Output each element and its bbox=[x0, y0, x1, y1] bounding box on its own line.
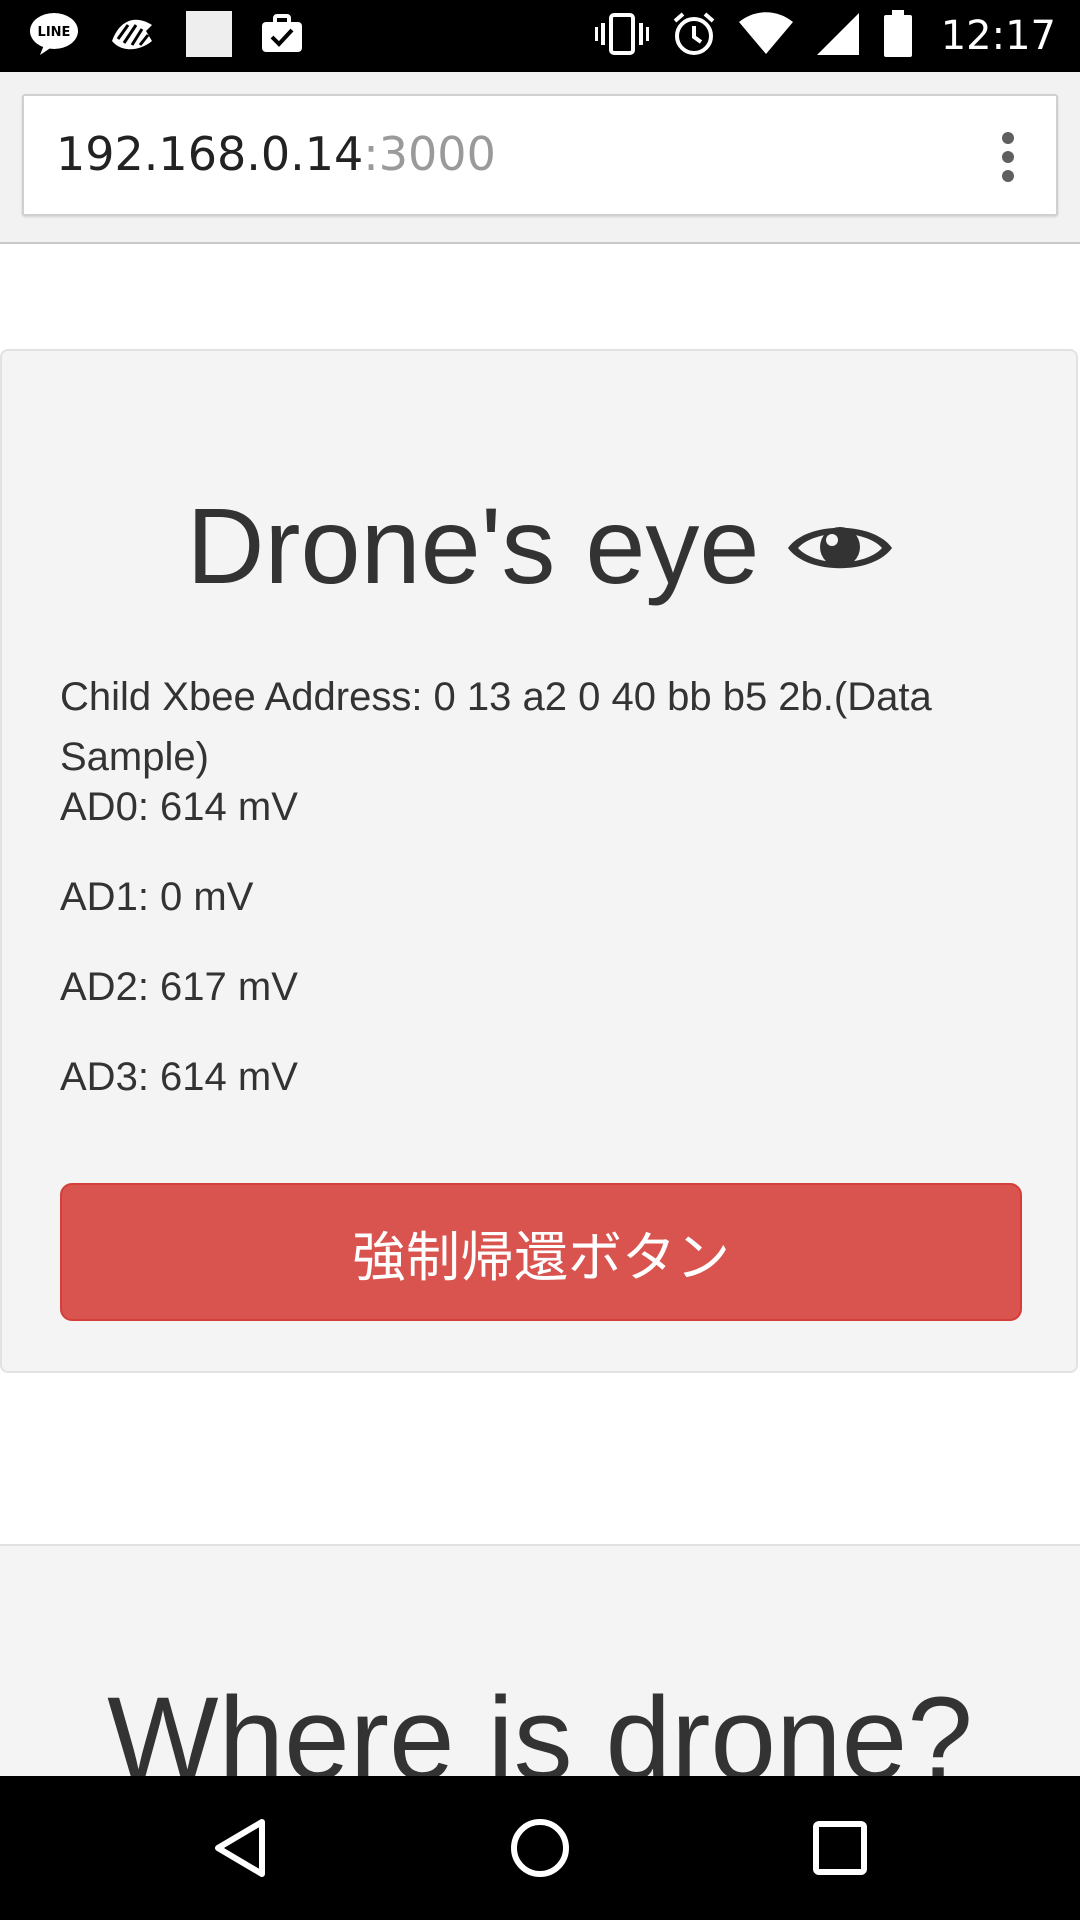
url-text[interactable]: 192.168.0.14:3000 bbox=[56, 126, 496, 182]
screen: LINE 12:17 192.168.0.14:3000 Drone's eye… bbox=[0, 0, 1080, 1920]
zebra-icon bbox=[106, 11, 158, 61]
where-is-drone-section: Where is drone? bbox=[0, 1544, 1080, 1776]
battery-icon bbox=[883, 10, 913, 62]
cellular-icon bbox=[815, 11, 861, 61]
reading-ad2: AD2: 617 mV bbox=[60, 965, 298, 1009]
svg-text:LINE: LINE bbox=[38, 25, 71, 40]
line-icon: LINE bbox=[28, 11, 80, 61]
wifi-icon bbox=[738, 12, 793, 60]
url-bar[interactable]: 192.168.0.14:3000 bbox=[22, 94, 1058, 216]
vibrate-icon bbox=[594, 11, 649, 61]
alarm-icon bbox=[671, 11, 717, 61]
url-host: 192.168.0.14 bbox=[56, 127, 364, 181]
status-bar: LINE 12:17 bbox=[0, 0, 1080, 72]
xbee-address: Child Xbee Address: 0 13 a2 0 40 bb b5 2… bbox=[60, 675, 932, 779]
section-title: Where is drone? bbox=[107, 1673, 973, 1776]
reading-ad0: AD0: 614 mV bbox=[60, 785, 298, 829]
navigation-bar bbox=[0, 1776, 1080, 1920]
page-title: Drone's eye bbox=[2, 486, 1080, 614]
reading-ad3: AD3: 614 mV bbox=[60, 1055, 298, 1099]
home-icon[interactable] bbox=[508, 1816, 572, 1880]
drone-eye-panel: Drone's eye Child Xbee Address: 0 13 a2 … bbox=[0, 349, 1078, 1373]
blank-notification-icon bbox=[184, 9, 234, 63]
recents-icon[interactable] bbox=[808, 1816, 872, 1880]
reading-ad1: AD1: 0 mV bbox=[60, 875, 254, 919]
status-time: 12:17 bbox=[940, 13, 1056, 59]
briefcase-check-icon bbox=[260, 12, 304, 60]
browser-toolbar: 192.168.0.14:3000 bbox=[0, 72, 1080, 244]
back-icon[interactable] bbox=[210, 1816, 274, 1880]
force-return-button[interactable]: 強制帰還ボタン bbox=[60, 1183, 1022, 1321]
web-page: Drone's eye Child Xbee Address: 0 13 a2 … bbox=[0, 244, 1080, 1776]
url-port: :3000 bbox=[363, 127, 496, 181]
title-text: Drone's eye bbox=[186, 485, 760, 606]
overflow-menu-icon[interactable] bbox=[1002, 132, 1014, 182]
eye-icon bbox=[785, 484, 895, 604]
